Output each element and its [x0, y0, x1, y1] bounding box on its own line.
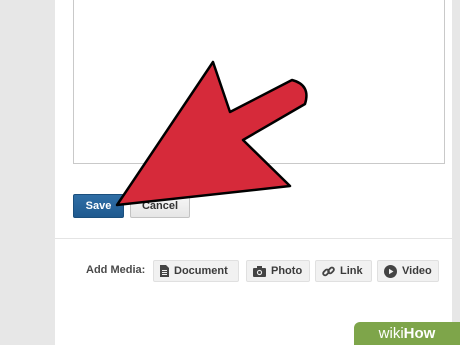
pointer-arrow-icon [115, 60, 308, 207]
watermark-how: How [403, 325, 436, 342]
watermark-wiki: wiki [378, 325, 404, 342]
wikihow-watermark: wiki How [354, 322, 460, 345]
